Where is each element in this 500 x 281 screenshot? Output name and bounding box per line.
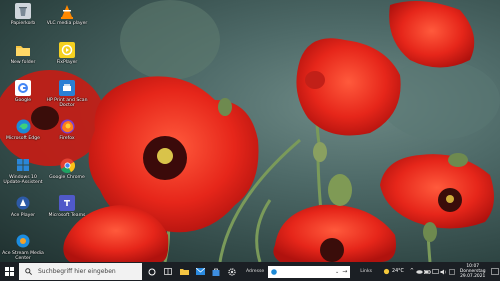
desktop-icon-firefox[interactable]: Firefox (44, 118, 90, 141)
language-icon[interactable] (448, 262, 456, 281)
desktop-icon-recycle-bin[interactable]: Papierkorb (0, 3, 46, 26)
gear-icon (228, 267, 236, 276)
ace-stream-icon (15, 233, 31, 249)
mail-icon (195, 268, 205, 275)
desktop-icon-chrome[interactable]: Google Chrome (44, 157, 90, 180)
clock-date: 29.07.2021 (460, 274, 486, 280)
desktop-icon-windows-update[interactable]: Windows 10 Update-Assistent (0, 157, 46, 186)
battery-icon[interactable] (424, 262, 432, 281)
fixplayer-icon (59, 42, 75, 58)
desktop-icon-label: Google (14, 98, 32, 103)
desktop-icon-label: Papierkorb (10, 21, 36, 26)
desktop-icon-label: Firefox (59, 136, 75, 141)
volume-icon[interactable] (440, 262, 448, 281)
desktop-icon-label: Ace Player (10, 213, 36, 218)
desktop-icon-hp-print-scan[interactable]: HP Print and Scan Doctor (44, 80, 90, 109)
chevron-up-icon[interactable]: ^ (408, 262, 416, 281)
desktop-icon-label: Microsoft Edge (6, 136, 40, 141)
weather-temperature[interactable]: 24°C (392, 269, 404, 274)
edge-icon (15, 118, 31, 134)
desktop-icon-label: Ace Stream Media Center (2, 251, 44, 262)
vlc-cone-icon (59, 3, 75, 19)
recycle-bin-icon (15, 3, 31, 19)
desktop-icon-ace-player[interactable]: Ace Player (0, 195, 46, 218)
desktop-icon-vlc[interactable]: VLC media player (44, 3, 90, 26)
notification-center-button[interactable] (490, 262, 500, 281)
task-view-icon (164, 268, 172, 275)
desktop-icon-label: VLC media player (46, 21, 88, 26)
hp-print-scan-icon (59, 80, 75, 96)
desktop-icon-fixplayer[interactable]: FixPlayer (44, 42, 90, 65)
folder-icon (179, 269, 189, 275)
taskbar-clock[interactable]: 10:07 Donnerstag 29.07.2021 (456, 264, 490, 280)
cortana-button[interactable] (144, 262, 160, 281)
notification-icon (490, 267, 499, 275)
chrome-icon (59, 157, 75, 173)
desktop-icon-teams[interactable]: Microsoft Teams (44, 195, 90, 218)
desktop-icon-ace-stream[interactable]: Ace Stream Media Center (0, 233, 46, 262)
system-tray: 24°C ^ 10:07 Donnerstag 29.07.2021 (382, 262, 500, 281)
desktop-icon-label: HP Print and Scan Doctor (46, 98, 88, 109)
edge-icon (271, 268, 278, 275)
weather-sun-icon[interactable] (382, 262, 390, 281)
links-toolbar-label[interactable]: Links (360, 269, 372, 274)
taskbar-store[interactable] (208, 262, 224, 281)
address-toolbar-label: Adresse (246, 269, 265, 274)
desktop-icon-google[interactable]: Google (0, 80, 46, 103)
address-input[interactable]: ⌄ → (268, 265, 351, 278)
teams-icon (59, 195, 75, 211)
desktop-icon-label: Google Chrome (49, 175, 85, 180)
task-view-button[interactable] (160, 262, 176, 281)
desktop-icon-edge[interactable]: Microsoft Edge (0, 118, 46, 141)
taskbar-search-box[interactable]: Suchbegriff hier eingeben (19, 263, 142, 280)
desktop-icon-label: New folder (10, 60, 36, 65)
store-bag-icon (212, 268, 220, 276)
desktop-icon-new-folder[interactable]: New folder (0, 42, 46, 65)
taskbar-settings[interactable] (224, 262, 240, 281)
windows-logo-icon (15, 157, 31, 173)
ace-player-icon (15, 195, 31, 211)
chevron-down-icon[interactable]: ⌄ (335, 269, 339, 275)
desktop-icon-label: Microsoft Teams (48, 213, 86, 218)
go-arrow-icon[interactable]: → (342, 268, 347, 275)
cortana-circle-icon (148, 268, 156, 275)
start-button[interactable] (0, 262, 19, 281)
cloud-icon[interactable] (416, 262, 424, 281)
desktop-icon-label: Windows 10 Update-Assistent (3, 175, 43, 186)
search-placeholder: Suchbegriff hier eingeben (38, 268, 116, 275)
network-icon[interactable] (432, 262, 440, 281)
folder-icon (15, 42, 31, 58)
taskbar-mail[interactable] (192, 262, 208, 281)
google-app-icon (15, 80, 31, 96)
search-icon (25, 268, 32, 275)
taskbar-file-explorer[interactable] (176, 262, 192, 281)
firefox-icon (59, 118, 75, 134)
taskbar: Suchbegriff hier eingeben Adresse ⌄ → Li… (0, 262, 500, 281)
windows-start-icon (5, 267, 14, 276)
desktop-icon-label: FixPlayer (56, 60, 78, 65)
